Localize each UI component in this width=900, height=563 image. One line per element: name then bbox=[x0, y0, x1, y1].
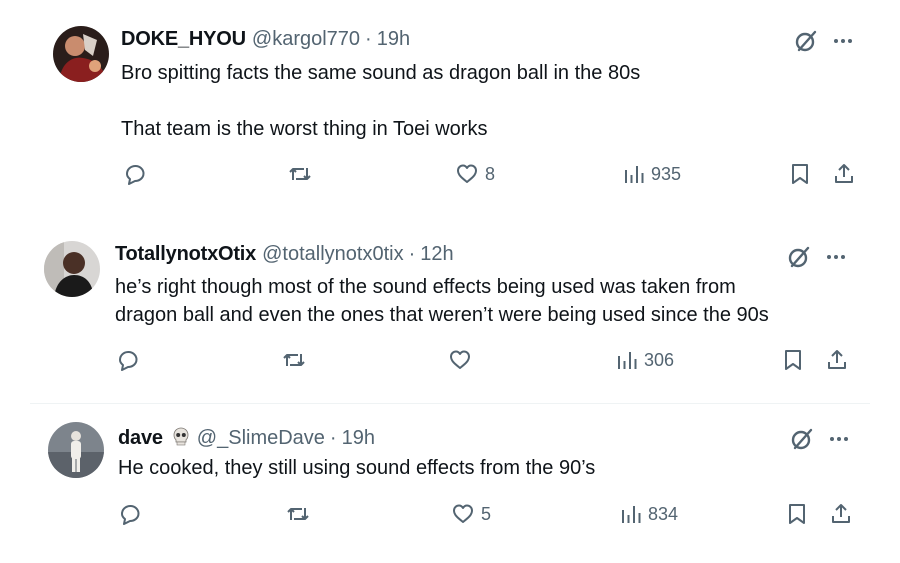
bookmark-button[interactable] bbox=[789, 162, 811, 186]
separator-dot: · bbox=[329, 427, 337, 449]
timestamp[interactable]: 19h bbox=[377, 28, 410, 51]
reply-button[interactable] bbox=[118, 502, 142, 526]
tweet-text: He cooked, they still using sound effect… bbox=[118, 454, 595, 482]
timestamp[interactable]: 19h bbox=[342, 427, 375, 450]
reply-icon bbox=[121, 505, 140, 525]
separator-dot: · bbox=[408, 243, 416, 265]
avatar[interactable] bbox=[48, 422, 104, 478]
avatar-image bbox=[53, 26, 109, 82]
share-icon bbox=[832, 504, 850, 523]
views-icon bbox=[625, 166, 644, 183]
retweet-button[interactable] bbox=[285, 502, 311, 526]
like-button[interactable]: 5 bbox=[451, 502, 491, 526]
tweet-top-actions bbox=[793, 28, 853, 54]
reply-icon bbox=[119, 351, 138, 371]
views-count: 935 bbox=[651, 163, 682, 184]
views-count: 834 bbox=[648, 503, 679, 524]
tweet-text: Bro spitting facts the same sound as dra… bbox=[121, 59, 640, 143]
more-icon[interactable] bbox=[826, 247, 846, 267]
more-icon[interactable] bbox=[829, 429, 849, 449]
bookmark-icon bbox=[789, 504, 805, 524]
tweet-top-actions bbox=[786, 244, 846, 270]
like-button[interactable] bbox=[448, 348, 478, 372]
tweet-header: dave @_SlimeDave · 19h bbox=[118, 424, 375, 450]
retweet-icon bbox=[283, 354, 305, 366]
views-icon bbox=[622, 506, 641, 523]
retweet-icon bbox=[287, 508, 309, 520]
display-name[interactable]: dave bbox=[118, 427, 163, 450]
avatar[interactable] bbox=[53, 26, 109, 82]
like-button[interactable]: 8 bbox=[455, 162, 495, 186]
reply-button[interactable] bbox=[123, 162, 147, 186]
reply-button[interactable] bbox=[116, 348, 140, 372]
user-handle[interactable]: @kargol770 bbox=[252, 28, 360, 51]
avatar-image bbox=[44, 241, 100, 297]
share-icon bbox=[828, 350, 846, 369]
timestamp[interactable]: 12h bbox=[420, 243, 453, 266]
tweet-header: TotallynotxOtix @totallynotx0tix · 12h bbox=[115, 243, 454, 266]
views-button[interactable]: 935 bbox=[623, 162, 681, 186]
user-handle[interactable]: @totallynotx0tix bbox=[262, 243, 403, 266]
grok-icon[interactable] bbox=[793, 28, 819, 54]
display-name[interactable]: DOKE_HYOU bbox=[121, 28, 246, 51]
like-count: 5 bbox=[481, 503, 492, 524]
tweet-text-line: Bro spitting facts the same sound as dra… bbox=[121, 62, 641, 84]
tweet-header: DOKE_HYOU @kargol770 · 19h bbox=[121, 28, 410, 51]
tweet-text: he’s right though most of the sound effe… bbox=[115, 273, 769, 329]
display-name[interactable]: TotallynotxOtix bbox=[115, 243, 256, 266]
views-icon bbox=[618, 352, 637, 369]
bookmark-button[interactable] bbox=[782, 348, 804, 372]
retweet-button[interactable] bbox=[281, 348, 307, 372]
share-button[interactable] bbox=[825, 348, 849, 372]
share-icon bbox=[835, 164, 853, 183]
tweet-text-line: he’s right though most of the sound effe… bbox=[115, 276, 736, 298]
tweet-text-line: That team is the worst thing in Toei wor… bbox=[121, 118, 488, 140]
tweet-3[interactable]: dave @_SlimeDave · 19h He cooked, they s… bbox=[0, 404, 900, 563]
separator-dot: · bbox=[365, 28, 372, 50]
bookmark-button[interactable] bbox=[786, 502, 808, 526]
avatar[interactable] bbox=[44, 241, 100, 297]
grok-icon[interactable] bbox=[789, 426, 815, 452]
tweet-text-line: dragon ball and even the ones that weren… bbox=[115, 304, 769, 326]
skull-emoji-icon bbox=[171, 427, 191, 447]
tweet-top-actions bbox=[789, 426, 849, 452]
bookmark-icon bbox=[785, 350, 801, 370]
like-count: 8 bbox=[485, 163, 496, 184]
views-button[interactable]: 834 bbox=[620, 502, 678, 526]
share-button[interactable] bbox=[829, 502, 853, 526]
avatar-image bbox=[48, 422, 104, 478]
tweet-1[interactable]: DOKE_HYOU @kargol770 · 19h Bro spitting … bbox=[0, 0, 900, 205]
user-handle[interactable]: @_SlimeDave bbox=[197, 427, 325, 450]
tweet-text-line: He cooked, they still using sound effect… bbox=[118, 457, 596, 479]
bookmark-icon bbox=[792, 164, 808, 184]
heart-icon bbox=[450, 350, 470, 369]
retweet-button[interactable] bbox=[287, 162, 313, 186]
tweet-text-line bbox=[121, 87, 640, 115]
tweet-2[interactable]: TotallynotxOtix @totallynotx0tix · 12h h… bbox=[0, 205, 900, 403]
heart-icon bbox=[453, 504, 473, 523]
grok-icon[interactable] bbox=[786, 244, 812, 270]
share-button[interactable] bbox=[832, 162, 856, 186]
heart-icon bbox=[457, 164, 477, 183]
more-icon[interactable] bbox=[833, 31, 853, 51]
reply-icon bbox=[126, 165, 145, 185]
views-count: 306 bbox=[644, 349, 675, 370]
views-button[interactable]: 306 bbox=[616, 348, 674, 372]
retweet-icon bbox=[289, 168, 311, 180]
